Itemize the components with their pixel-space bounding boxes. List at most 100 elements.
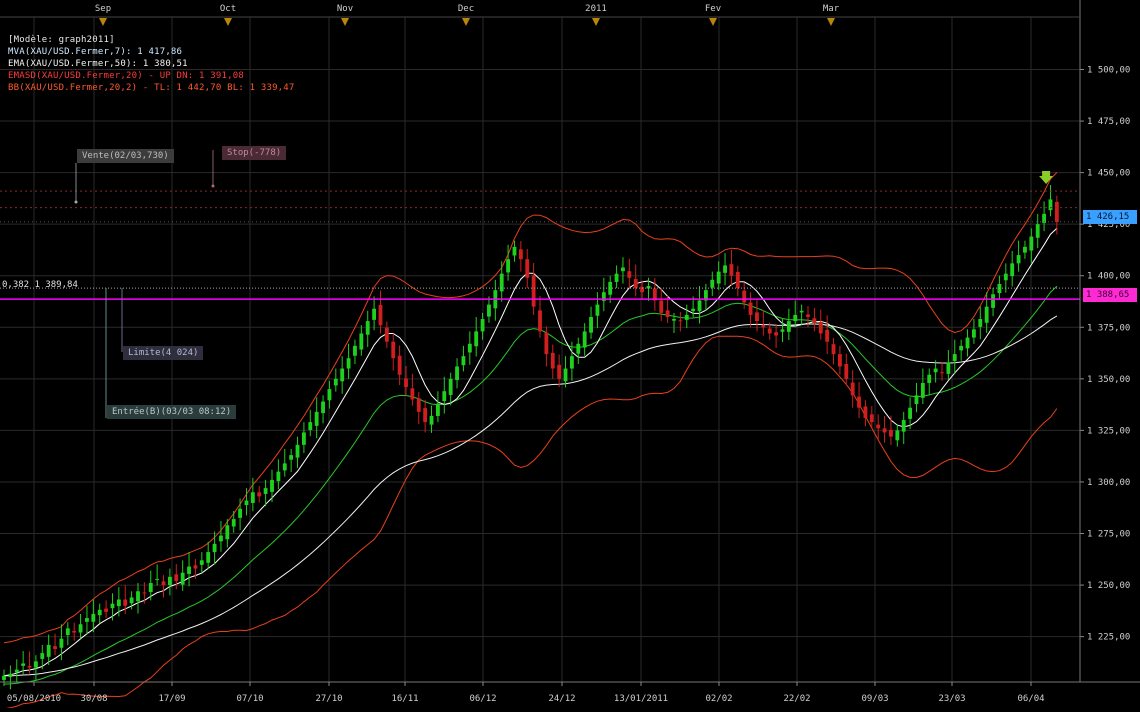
candle-body (621, 267, 625, 272)
y-tick-label: 1 400,00 (1087, 272, 1130, 282)
stop-anchor (211, 184, 215, 188)
candle-body (780, 329, 785, 332)
candle-body (72, 630, 77, 633)
x-tick-label: 24/12 (548, 694, 575, 704)
candle-body (697, 300, 702, 312)
candle-body (952, 354, 957, 362)
candle-body (1010, 263, 1015, 277)
annotation-limite[interactable]: Limite(4 024) (123, 346, 204, 360)
candle-body (384, 327, 389, 342)
candle-body (455, 366, 459, 381)
candle-body (474, 331, 479, 347)
candle-body (691, 308, 696, 312)
y-tick-label: 1 450,00 (1087, 169, 1130, 179)
legend-mva: MVA(XAU/USD.Fermer,7): 1 417,86 (8, 47, 183, 57)
candle-body (869, 414, 874, 423)
candle-body (180, 572, 185, 585)
candle-body (78, 624, 83, 633)
candle-body (627, 271, 632, 278)
x-tick-label: 23/03 (938, 694, 965, 704)
annotation-vente[interactable]: Vente(02/03,730) (77, 149, 174, 163)
candle-body (435, 403, 440, 416)
candle-body (27, 665, 32, 668)
candle-body (908, 407, 913, 419)
candle-body (959, 345, 964, 351)
candle-body (876, 424, 881, 429)
legend-model: [Modèle: graph2011] (8, 35, 115, 45)
legend-bb: BB(XAU/USD.Fermer,20,2) - TL: 1 442,70 B… (8, 83, 295, 93)
candle-body (314, 411, 319, 426)
candle-body (378, 305, 383, 326)
candle-body (65, 628, 70, 635)
candle-body (40, 653, 45, 659)
candle-body (429, 415, 434, 425)
candle-body (659, 300, 664, 313)
candle-body (91, 613, 96, 622)
last-price-badge: 1 426,15 (1083, 210, 1137, 224)
candle-body (710, 279, 715, 288)
legend-ema: EMA(XAU/USD.Fermer,50): 1 380,51 (8, 59, 188, 69)
candle-body (46, 644, 51, 657)
candle-body (238, 508, 243, 518)
candle-body (308, 422, 313, 430)
candle-body (2, 675, 6, 680)
candle-body (480, 319, 485, 332)
candle-body (595, 304, 600, 316)
candle-body (372, 308, 377, 320)
x-tick-label: 02/02 (705, 694, 732, 704)
x-tick-label: 27/10 (315, 694, 342, 704)
candle-body (161, 581, 166, 586)
candle-body (1016, 255, 1021, 264)
candle-body (582, 331, 587, 348)
candle-body (678, 320, 683, 322)
candle-body (116, 599, 121, 607)
x-tick-label: 09/03 (861, 694, 888, 704)
candle-body (889, 429, 893, 437)
annotation-stop[interactable]: Stop(-778) (222, 146, 287, 160)
candle-body (333, 378, 338, 386)
month-label: Fev (705, 4, 721, 14)
candle-body (742, 290, 747, 303)
candle-body (563, 368, 568, 382)
candle-body (321, 401, 325, 414)
vente-anchor (74, 200, 78, 204)
candle-body (895, 430, 900, 441)
x-tick-label: 05/08/2010 (7, 694, 61, 704)
x-tick-label: 06/12 (469, 694, 496, 704)
candle-body (104, 608, 109, 612)
candle-body (359, 333, 364, 350)
y-tick-label: 1 250,00 (1087, 581, 1130, 591)
candle-body (512, 246, 517, 256)
annotation-entree[interactable]: Entrée(B)(03/03 08:12) (107, 405, 237, 419)
candle-body (863, 406, 868, 419)
candle-body (550, 352, 555, 369)
candle-body (735, 272, 740, 289)
candle-body (672, 319, 676, 321)
candle-body (748, 302, 753, 315)
candle-body (250, 492, 255, 503)
candle-body (576, 343, 581, 354)
candle-body (225, 525, 230, 540)
candle-body (142, 592, 147, 594)
x-tick-label: 22/02 (783, 694, 810, 704)
candle-body (971, 329, 976, 338)
candle-body (1054, 201, 1059, 223)
candle-body (282, 463, 287, 471)
y-tick-label: 1 350,00 (1087, 375, 1130, 385)
candle-body (59, 638, 64, 648)
x-tick-label: 06/04 (1017, 694, 1044, 704)
candle-body (844, 363, 849, 379)
candle-body (506, 259, 511, 273)
candle-body (812, 318, 817, 324)
candle-body (301, 432, 306, 445)
candle-body (614, 273, 619, 282)
candle-body (825, 329, 830, 342)
chart-root[interactable]: 1 225,00 1 250,00 1 275,00 1 300,00 1 325,00… (0, 0, 1140, 710)
x-tick-label: 17/09 (158, 694, 185, 704)
candle-body (882, 428, 887, 433)
month-label: Dec (458, 4, 474, 14)
candle-body (155, 578, 160, 580)
candle-body (538, 310, 542, 332)
candle-body (448, 378, 453, 395)
candle-body (793, 314, 798, 322)
